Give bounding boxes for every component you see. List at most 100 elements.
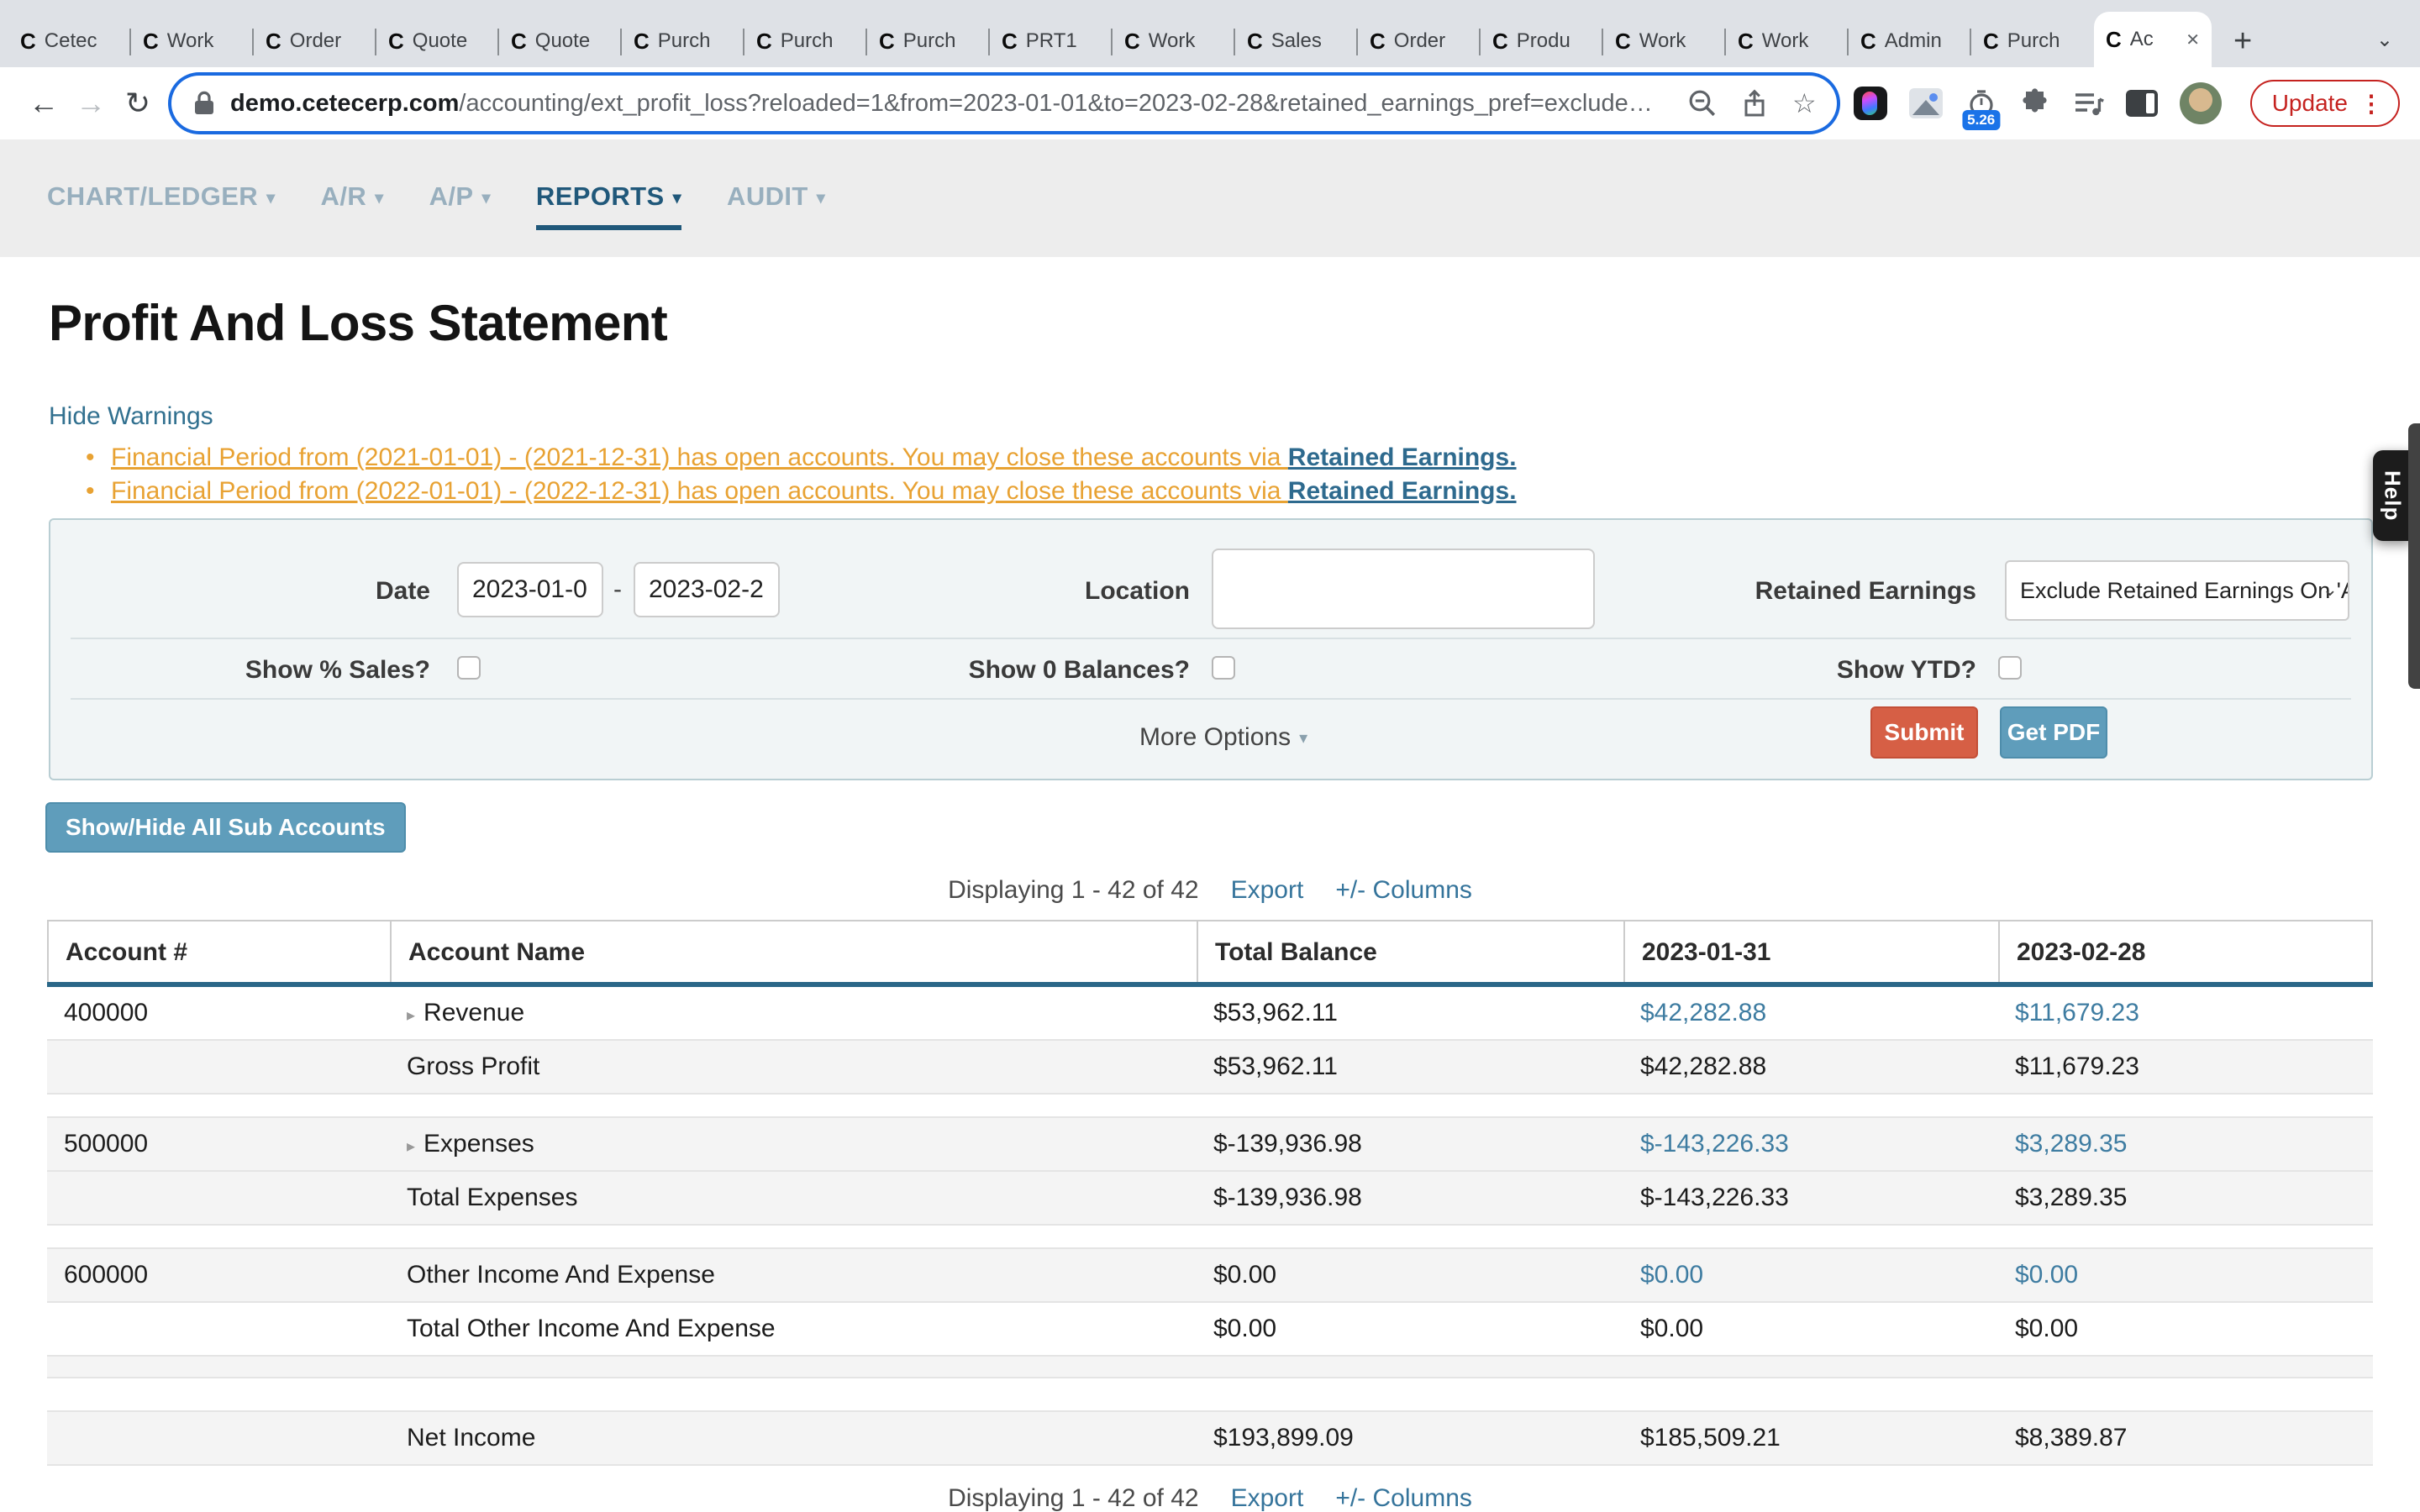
tab-title: Admin [1885, 29, 1960, 53]
caret-down-icon: ▾ [481, 187, 490, 208]
tab-title: Order [290, 29, 365, 53]
expand-caret-icon[interactable]: ▸ [407, 1137, 415, 1156]
extension-ribbon-icon[interactable] [1854, 87, 1887, 120]
back-icon[interactable]: ← [20, 86, 67, 121]
overflow-menu-icon[interactable]: ⋮ [2360, 90, 2383, 118]
cetec-favicon: C [1370, 29, 1386, 55]
help-tab-label: Help [2380, 470, 2406, 521]
playlist-icon[interactable] [2074, 90, 2104, 117]
extension-photo-icon[interactable] [1909, 88, 1943, 118]
browser-tab[interactable]: CQuote [376, 15, 499, 67]
nav-item-chart-ledger[interactable]: CHART/LEDGER▾ [47, 181, 276, 215]
amount-value[interactable]: $0.00 [1640, 1261, 1703, 1289]
nav-item-audit[interactable]: AUDIT▾ [727, 181, 825, 215]
retained-earnings-link[interactable]: Retained Earnings. [1288, 477, 1517, 505]
browser-tab[interactable]: CQuote [499, 15, 622, 67]
browser-tab[interactable]: CPurch [622, 15, 744, 67]
browser-tab[interactable]: CWork [1726, 15, 1849, 67]
columns-link[interactable]: +/- Columns [1335, 1484, 1472, 1512]
amount-value[interactable]: $42,282.88 [1640, 999, 1766, 1026]
get-pdf-button[interactable]: Get PDF [2000, 706, 2107, 759]
warning-text-link[interactable]: Financial Period from (2021-01-01) - (20… [111, 444, 1288, 471]
cetec-favicon: C [388, 29, 404, 55]
zoom-out-icon[interactable] [1688, 89, 1717, 118]
extensions-puzzle-icon[interactable] [2020, 87, 2052, 119]
amount-value[interactable]: $3,289.35 [2015, 1130, 2127, 1158]
subaccounts-toggle-button[interactable]: Show/Hide All Sub Accounts [45, 802, 406, 853]
tab-close-icon[interactable]: ✕ [2186, 29, 2200, 50]
profile-avatar[interactable] [2180, 82, 2222, 124]
browser-tab[interactable]: CCetec [8, 15, 131, 67]
browser-tab[interactable]: CAdmin [1849, 15, 1971, 67]
browser-tab[interactable]: CPRT1 [990, 15, 1113, 67]
show-ytd-checkbox[interactable] [1998, 656, 2022, 680]
table-row: 500000▸Expenses$-139,936.98$-143,226.33$… [47, 1118, 2373, 1172]
date-from-input[interactable] [457, 562, 603, 617]
nav-item-a-p[interactable]: A/P▾ [429, 181, 491, 215]
submit-button[interactable]: Submit [1870, 706, 1978, 759]
nav-item-reports[interactable]: REPORTS▾ [536, 181, 681, 215]
cetec-favicon: C [20, 29, 36, 55]
column-header: 2023-01-31 [1623, 921, 1998, 982]
amount-value: $-143,226.33 [1640, 1184, 1789, 1211]
more-options-label: More Options [1139, 723, 1291, 752]
export-link[interactable]: Export [1231, 876, 1304, 905]
browser-tab[interactable]: CWork [1113, 15, 1235, 67]
side-panel-icon[interactable] [2126, 90, 2158, 117]
retained-earnings-select[interactable]: Exclude Retained Earnings On 'A ⌄ [2005, 560, 2349, 621]
bookmark-star-icon[interactable]: ☆ [1792, 90, 1817, 117]
account-number-cell: 600000 [47, 1261, 390, 1289]
browser-tab[interactable]: COrder [1358, 15, 1481, 67]
help-tab[interactable]: Help [2373, 450, 2412, 541]
show-zero-checkbox[interactable] [1212, 656, 1235, 680]
export-link[interactable]: Export [1231, 1484, 1304, 1512]
account-name-cell: Net Income [390, 1424, 1197, 1452]
browser-tab[interactable]: CWork [131, 15, 254, 67]
hide-warnings-link[interactable]: Hide Warnings [49, 402, 213, 431]
browser-tab[interactable]: CWork [1603, 15, 1726, 67]
browser-tab[interactable]: COrder [254, 15, 376, 67]
browser-tab[interactable]: CProdu [1481, 15, 1603, 67]
amount-value[interactable]: $0.00 [2015, 1261, 2078, 1289]
tab-search-chevron-icon[interactable]: ⌄ [2376, 28, 2393, 52]
scrollbar-thumb[interactable] [2408, 423, 2420, 689]
extension-gauge-icon[interactable]: 5.26 [1965, 81, 1998, 125]
location-input[interactable] [1212, 549, 1595, 629]
cetec-favicon: C [2106, 27, 2122, 53]
retained-earnings-link[interactable]: Retained Earnings. [1288, 444, 1517, 471]
columns-link[interactable]: +/- Columns [1335, 876, 1472, 905]
browser-tab[interactable]: C Purch [744, 15, 867, 67]
expand-caret-icon[interactable]: ▸ [407, 1006, 415, 1025]
nav-item-a-r[interactable]: A/R▾ [321, 181, 384, 215]
cetec-favicon: C [756, 29, 772, 55]
account-name: Revenue [424, 999, 524, 1026]
browser-tab-active[interactable]: CAc✕ [2094, 12, 2212, 67]
warning-text-link[interactable]: Financial Period from (2022-01-01) - (20… [111, 477, 1288, 505]
date-range-separator: - [613, 575, 622, 604]
amount-value[interactable]: $-143,226.33 [1640, 1130, 1789, 1158]
update-button[interactable]: Update ⋮ [2250, 80, 2400, 127]
tab-title: Purch [781, 29, 855, 53]
amount-cell: $185,509.21 [1623, 1424, 1998, 1452]
reload-icon[interactable]: ↻ [114, 86, 161, 121]
browser-tab[interactable]: CPurch [1971, 15, 2094, 67]
date-to-input[interactable] [634, 562, 780, 617]
browser-tab[interactable]: CSales [1235, 15, 1358, 67]
address-bar[interactable]: demo.cetecerp.com/accounting/ext_profit_… [171, 76, 1837, 131]
amount-value[interactable]: $11,679.23 [2015, 999, 2139, 1026]
tab-title: Sales [1271, 29, 1346, 53]
share-icon[interactable] [1742, 89, 1767, 118]
browser-tab[interactable]: CPurch [867, 15, 990, 67]
cetec-favicon: C [1002, 29, 1018, 55]
nav-item-label: A/R [321, 181, 367, 212]
lock-icon[interactable] [193, 91, 215, 116]
amount-value: $8,389.87 [2015, 1424, 2127, 1452]
pagination-bottom: Displaying 1 - 42 of 42 Export +/- Colum… [0, 1484, 2420, 1512]
app-nav: CHART/LEDGER▾A/R▾A/P▾REPORTS▾AUDIT▾ [0, 139, 2420, 257]
amount-cell: $42,282.88 [1623, 1053, 1998, 1081]
more-options-toggle[interactable]: More Options ▾ [1139, 723, 1307, 752]
tab-title: Purch [903, 29, 978, 53]
new-tab-button[interactable]: + [2233, 25, 2252, 57]
forward-icon[interactable]: → [67, 86, 114, 121]
show-sales-checkbox[interactable] [457, 656, 481, 680]
